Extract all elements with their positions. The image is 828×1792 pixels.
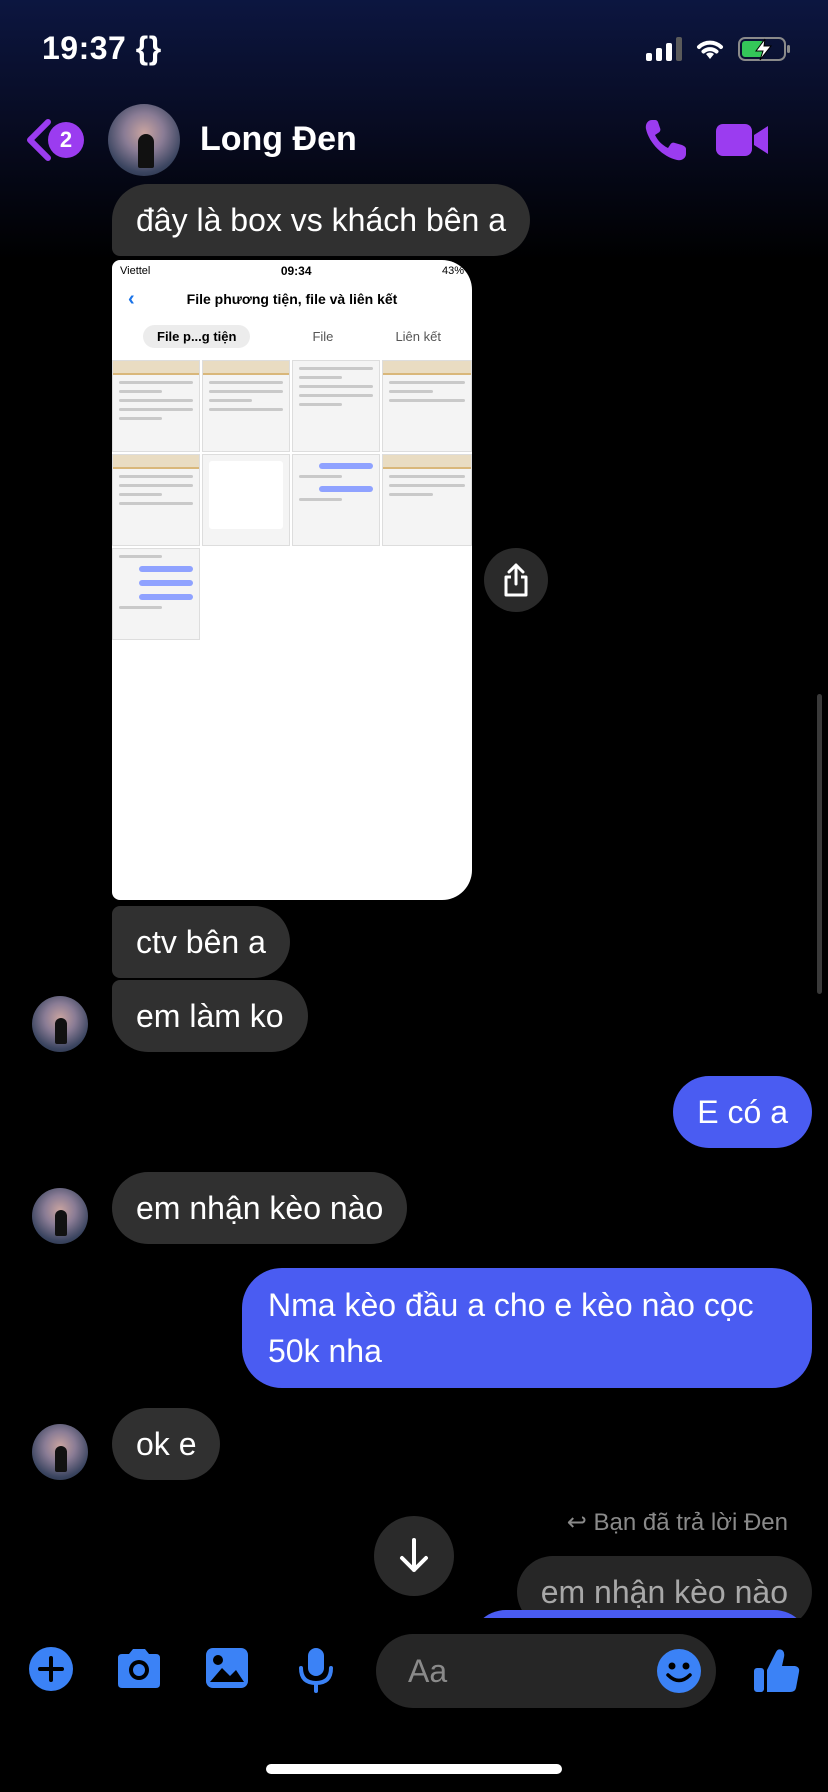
media-thumbnail — [112, 454, 200, 546]
camera-icon — [118, 1649, 160, 1688]
contact-name[interactable]: Long Đen — [200, 120, 357, 159]
shot-battery: 43% — [441, 265, 464, 277]
wifi-icon — [697, 40, 723, 59]
message-incoming[interactable]: em làm ko — [112, 980, 308, 1052]
media-thumbnail — [382, 454, 472, 546]
sender-avatar — [32, 1188, 88, 1244]
battery-charging-icon — [738, 37, 790, 61]
media-thumbnail — [382, 360, 472, 452]
shot-tab: Liên kết — [395, 328, 441, 344]
sender-avatar — [32, 996, 88, 1052]
message-outgoing[interactable]: Nma kèo đầu a cho e kèo nào cọc 50k nha — [242, 1268, 812, 1388]
cellular-signal-icon — [646, 37, 682, 61]
back-button[interactable]: 2 — [24, 118, 84, 162]
plus-circle-icon — [29, 1647, 73, 1691]
message-incoming[interactable]: ctv bên a — [112, 906, 290, 978]
reply-indicator: ↩ Bạn đã trả lời Đen — [567, 1508, 788, 1537]
phone-icon — [645, 120, 686, 161]
add-button[interactable] — [28, 1646, 74, 1697]
reply-arrow-icon: ↩ — [566, 1509, 587, 1536]
shot-media-grid — [112, 360, 472, 680]
share-button[interactable] — [484, 548, 548, 612]
shot-carrier: Viettel — [120, 265, 151, 277]
arrow-down-icon — [400, 1538, 428, 1572]
chat-header: 2 Long Đen — [0, 100, 828, 180]
like-button[interactable] — [752, 1646, 802, 1701]
microphone-icon — [299, 1648, 333, 1693]
shot-tabs: File p...g tiện File Liên kết — [112, 316, 472, 356]
contact-avatar[interactable] — [108, 104, 180, 176]
message-incoming[interactable]: đây là box vs khách bên a — [112, 184, 531, 256]
message-input-placeholder: Aa — [408, 1652, 448, 1689]
reply-label-text: Bạn đã trả lời Đen — [593, 1509, 788, 1536]
shot-title: ‹ File phương tiện, file và liên kết — [112, 282, 472, 316]
shared-screenshot-image[interactable]: Viettel 09:34 43% ‹ File phương tiện, fi… — [112, 260, 472, 900]
shot-title-text: File phương tiện, file và liên kết — [186, 291, 398, 307]
media-thumbnail — [292, 454, 380, 546]
video-camera-icon — [716, 124, 768, 156]
shot-back-icon: ‹ — [128, 288, 135, 310]
media-thumbnail — [202, 360, 290, 452]
scrollbar[interactable] — [817, 694, 822, 994]
shot-time: 09:34 — [280, 264, 312, 278]
gallery-button[interactable] — [204, 1646, 250, 1695]
share-icon — [504, 563, 528, 597]
status-time: 19:37 {} — [42, 30, 162, 66]
shot-tab: File — [312, 328, 334, 344]
thumbs-up-icon — [754, 1649, 800, 1692]
camera-button[interactable] — [114, 1646, 164, 1695]
scroll-to-bottom-button[interactable] — [374, 1516, 454, 1596]
message-outgoing[interactable]: E có a — [673, 1076, 812, 1148]
media-thumbnail — [202, 454, 290, 546]
shot-tab: File p...g tiện — [143, 324, 251, 348]
image-icon — [206, 1648, 248, 1688]
video-call-button[interactable] — [714, 120, 770, 165]
status-icons — [646, 36, 792, 62]
media-thumbnail — [112, 548, 200, 640]
media-thumbnail — [112, 360, 200, 452]
emoji-icon — [657, 1649, 701, 1693]
home-indicator[interactable] — [266, 1764, 562, 1774]
voice-call-button[interactable] — [642, 116, 690, 169]
message-incoming[interactable]: em nhận kèo nào — [112, 1172, 408, 1244]
shot-status-bar: Viettel 09:34 43% — [112, 260, 472, 282]
emoji-button[interactable] — [656, 1648, 702, 1699]
voice-message-button[interactable] — [296, 1646, 336, 1699]
unread-badge: 2 — [48, 122, 84, 158]
media-thumbnail — [292, 360, 380, 452]
status-bar: 19:37 {} — [0, 0, 828, 100]
sender-avatar — [32, 1424, 88, 1480]
message-incoming[interactable]: ok e — [112, 1408, 221, 1480]
